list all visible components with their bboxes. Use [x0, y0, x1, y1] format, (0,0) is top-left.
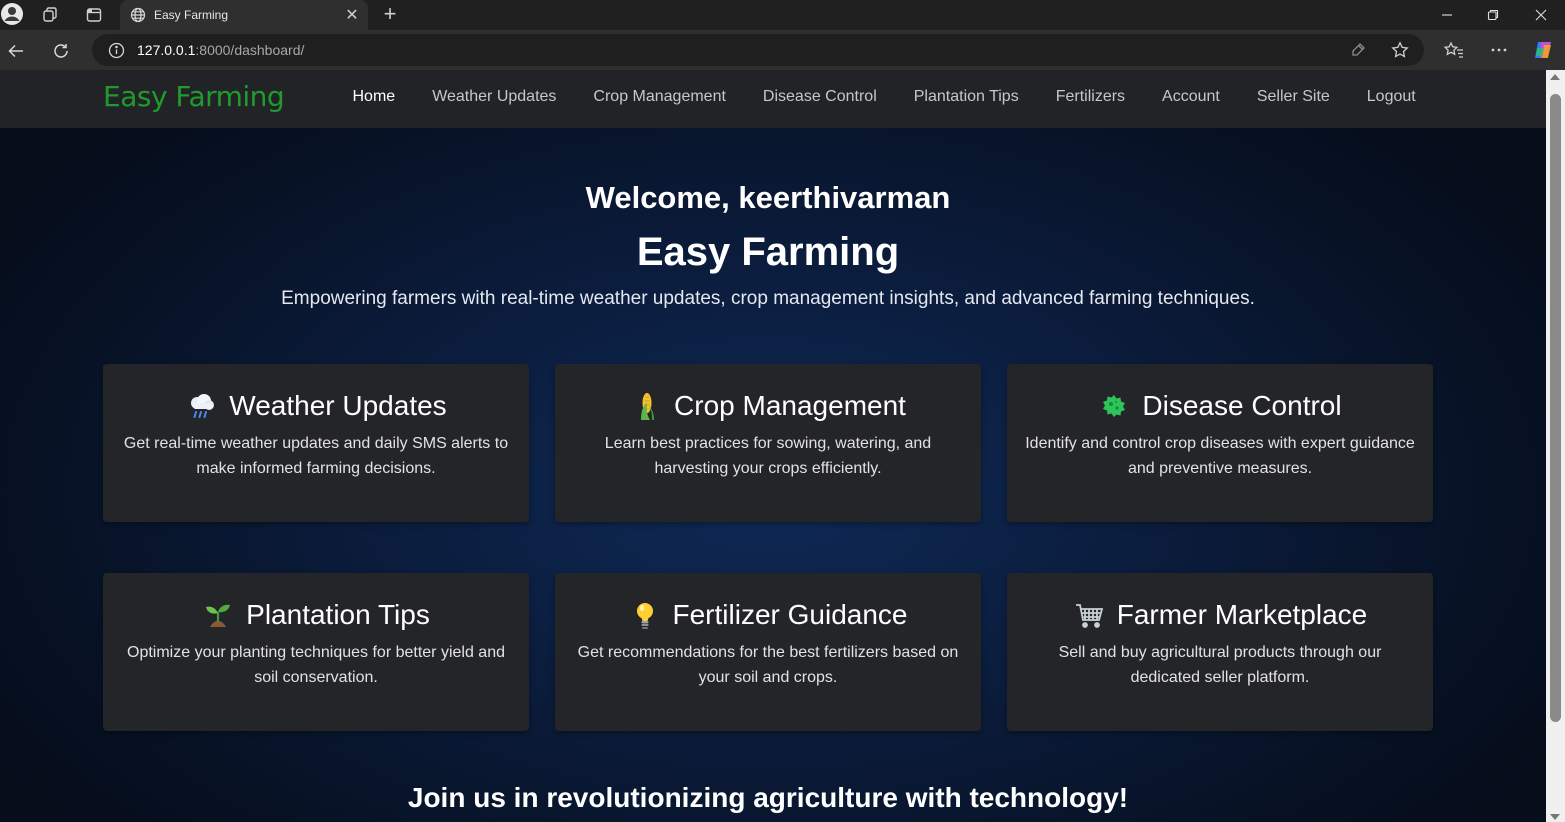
card-plantation-tips[interactable]: Plantation Tips Optimize your planting t…	[103, 573, 529, 731]
card-title: Disease Control	[1142, 390, 1342, 421]
minimize-icon[interactable]	[1424, 0, 1470, 30]
refresh-icon[interactable]	[48, 38, 74, 64]
browser-toolbar: 127.0.0.1:8000/dashboard/	[0, 30, 1565, 70]
copilot-icon[interactable]	[1529, 36, 1557, 64]
card-description: Get recommendations for the best fertili…	[577, 644, 959, 686]
card-weather-updates[interactable]: Weather Updates Get real-time weather up…	[103, 364, 529, 522]
corn-icon	[630, 390, 662, 422]
microbe-icon	[1098, 390, 1130, 422]
scroll-down-arrow-icon[interactable]	[1550, 814, 1560, 820]
new-tab-icon[interactable]: +	[378, 3, 402, 27]
site-info-icon[interactable]	[108, 42, 125, 59]
scroll-up-arrow-icon[interactable]	[1550, 74, 1560, 80]
shopping-cart-icon	[1073, 599, 1105, 631]
globe-icon	[130, 7, 146, 23]
nav-account[interactable]: Account	[1162, 88, 1220, 106]
site-navbar: Easy Farming Home Weather Updates Crop M…	[0, 70, 1546, 128]
card-description: Sell and buy agricultural products throu…	[1058, 644, 1382, 686]
close-window-icon[interactable]	[1518, 0, 1564, 30]
url-path: :8000/dashboard/	[195, 42, 305, 58]
nav-links: Home Weather Updates Crop Management Dis…	[334, 88, 1434, 106]
nav-seller-site[interactable]: Seller Site	[1257, 88, 1330, 106]
welcome-heading: Welcome, keerthivarman	[585, 180, 951, 215]
seedling-icon	[202, 599, 234, 631]
scrollbar-thumb[interactable]	[1550, 94, 1561, 722]
tab-title: Easy Farming	[154, 8, 229, 22]
hero-title: Easy Farming	[636, 230, 900, 274]
lightbulb-icon	[629, 599, 661, 631]
card-disease-control[interactable]: Disease Control Identify and control cro…	[1007, 364, 1433, 522]
card-title: Fertilizer Guidance	[672, 599, 908, 630]
page-content: Easy Farming Home Weather Updates Crop M…	[0, 70, 1546, 822]
url-text: 127.0.0.1:8000/dashboard/	[137, 42, 304, 58]
workspaces-icon[interactable]	[38, 3, 62, 27]
card-description: Get real-time weather updates and daily …	[123, 435, 509, 477]
nav-fertilizers[interactable]: Fertilizers	[1056, 88, 1125, 106]
card-title: Crop Management	[674, 390, 906, 421]
nav-weather-updates[interactable]: Weather Updates	[432, 88, 556, 106]
back-icon[interactable]	[3, 38, 29, 64]
read-aloud-icon[interactable]	[1344, 36, 1372, 64]
nav-home[interactable]: Home	[353, 88, 396, 106]
card-description: Optimize your planting techniques for be…	[127, 644, 505, 686]
browser-tab-bar: Easy Farming ✕ +	[0, 0, 1565, 30]
card-crop-management[interactable]: Crop Management Learn best practices for…	[555, 364, 981, 522]
favorite-star-icon[interactable]	[1386, 36, 1414, 64]
browser-tab-active[interactable]: Easy Farming ✕	[120, 0, 368, 30]
card-title: Weather Updates	[229, 390, 447, 421]
card-description: Identify and control crop diseases with …	[1025, 435, 1415, 477]
profile-icon[interactable]	[0, 2, 24, 26]
join-tagline: Join us in revolutionizing agriculture w…	[407, 782, 1129, 813]
card-title: Plantation Tips	[246, 599, 430, 630]
url-host: 127.0.0.1	[137, 42, 196, 58]
restore-icon[interactable]	[1470, 0, 1516, 30]
rain-cloud-icon	[185, 390, 217, 422]
nav-disease-control[interactable]: Disease Control	[763, 88, 877, 106]
tab-actions-icon[interactable]	[82, 3, 106, 27]
card-farmer-marketplace[interactable]: Farmer Marketplace Sell and buy agricult…	[1007, 573, 1433, 731]
nav-logout[interactable]: Logout	[1367, 88, 1416, 106]
nav-plantation-tips[interactable]: Plantation Tips	[914, 88, 1019, 106]
card-description: Learn best practices for sowing, waterin…	[604, 435, 932, 477]
close-tab-icon[interactable]: ✕	[340, 3, 364, 27]
nav-crop-management[interactable]: Crop Management	[593, 88, 726, 106]
site-brand[interactable]: Easy Farming	[103, 80, 285, 113]
card-fertilizer-guidance[interactable]: Fertilizer Guidance Get recommendations …	[555, 573, 981, 731]
address-bar[interactable]: 127.0.0.1:8000/dashboard/	[92, 34, 1424, 66]
page-scrollbar[interactable]	[1546, 70, 1565, 822]
favorites-icon[interactable]	[1440, 36, 1468, 64]
card-title: Farmer Marketplace	[1116, 599, 1368, 630]
more-options-icon[interactable]	[1485, 36, 1513, 64]
hero-subtitle: Empowering farmers with real-time weathe…	[281, 288, 1255, 309]
